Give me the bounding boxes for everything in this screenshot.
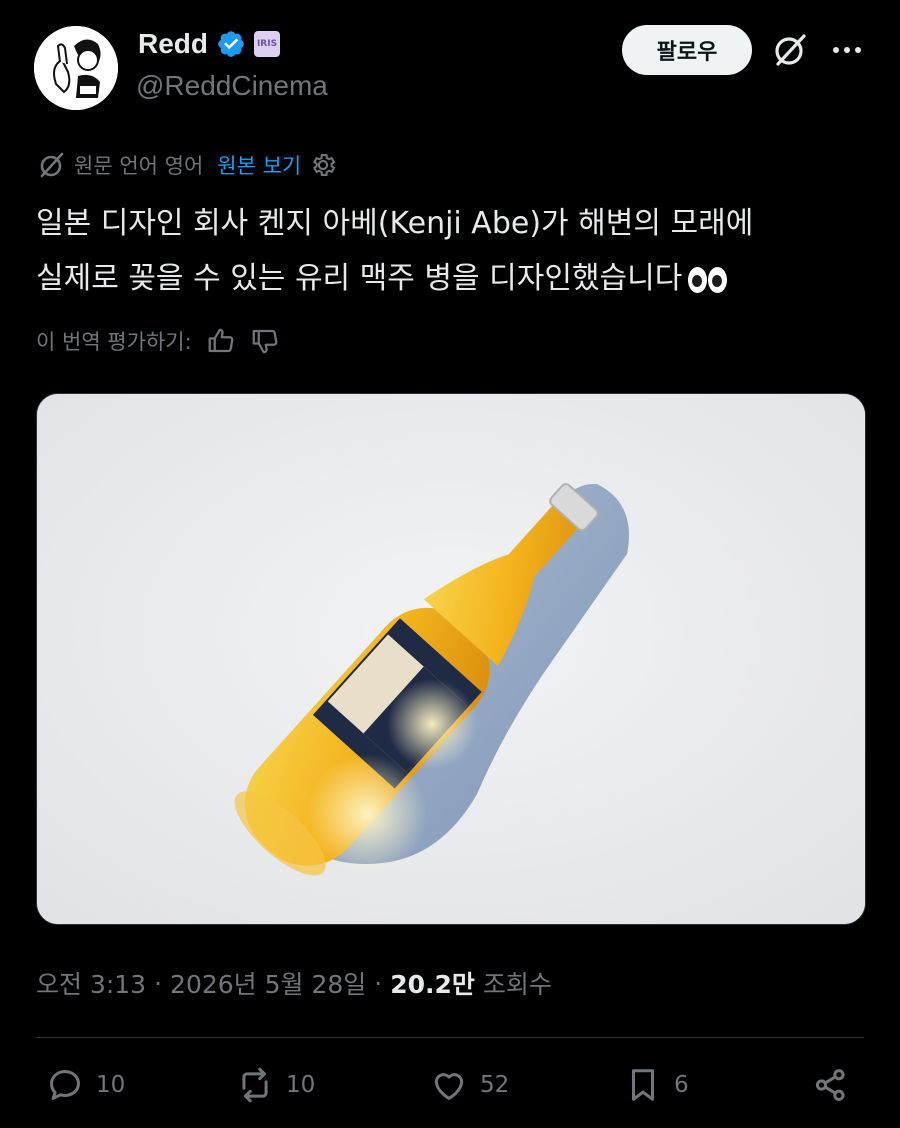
reply-icon — [50, 1070, 80, 1100]
translation-source-note: 원문 언어 영어 — [74, 154, 204, 178]
show-original-link[interactable]: 원본 보기 — [217, 150, 301, 180]
action-bar: 10 10 52 6 — [0, 1060, 900, 1120]
share-icon — [815, 1069, 845, 1101]
bookmark-button[interactable]: 6 — [624, 1066, 689, 1104]
like-button[interactable]: 52 — [430, 1066, 509, 1104]
grok-translate-icon — [40, 152, 64, 178]
eyes-emoji-icon — [688, 266, 728, 293]
rate-translation-label: 이 번역 평가하기: — [36, 330, 192, 354]
heart-icon — [434, 1073, 464, 1100]
tweet-date[interactable]: 2026년 5월 28일 — [170, 965, 366, 1001]
bookmark-count: 6 — [674, 1072, 689, 1098]
tweet-text-line-2-text: 실제로 꽂을 수 있는 유리 맥주 병을 디자인했습니다 — [36, 261, 683, 296]
author-name-row: Redd IRIS — [138, 28, 280, 60]
avatar[interactable] — [34, 26, 118, 110]
meta-separator: · — [374, 968, 383, 998]
tweet-text: 일본 디자인 회사 켄지 아베(Kenji Abe)가 해변의 모래에 실제로 … — [36, 196, 876, 306]
rate-translation-row: 이 번역 평가하기: — [36, 326, 280, 356]
follow-button[interactable]: 팔로우 — [622, 25, 752, 75]
tweet-text-line-2: 실제로 꽂을 수 있는 유리 맥주 병을 디자인했습니다 — [36, 251, 876, 306]
grok-icon[interactable] — [770, 30, 810, 70]
divider — [36, 1037, 864, 1038]
thumbs-down-icon[interactable] — [250, 326, 280, 356]
reply-button[interactable]: 10 — [46, 1066, 125, 1104]
translation-bar: 원문 언어 영어 원본 보기 — [36, 150, 337, 180]
repost-icon — [242, 1067, 268, 1103]
bookmark-icon — [631, 1069, 655, 1101]
reply-count: 10 — [96, 1072, 126, 1098]
thumbs-up-icon[interactable] — [206, 326, 236, 356]
share-button[interactable] — [812, 1066, 850, 1104]
like-count: 52 — [480, 1072, 510, 1098]
tweet-text-line-1: 일본 디자인 회사 켄지 아베(Kenji Abe)가 해변의 모래에 — [36, 206, 754, 241]
views-label: 조회수 — [482, 970, 552, 999]
views-count[interactable]: 20.2만 — [390, 965, 475, 1001]
avatar-illustration — [34, 26, 118, 110]
affiliate-badge[interactable]: IRIS — [254, 31, 280, 57]
tweet-time[interactable]: 오전 3:13 — [36, 965, 146, 1001]
tweet-media-image[interactable] — [36, 393, 866, 925]
verified-badge-icon — [218, 31, 244, 57]
author-name[interactable]: Redd — [138, 28, 208, 60]
beer-bottle-photo — [37, 394, 865, 924]
repost-count: 10 — [286, 1072, 316, 1098]
tweet-meta: 오전 3:13 · 2026년 5월 28일 · 20.2만 조회수 — [36, 965, 552, 1001]
more-options-icon[interactable] — [830, 36, 864, 64]
author-handle[interactable]: @ReddCinema — [136, 70, 328, 102]
meta-separator: · — [154, 968, 163, 998]
repost-button[interactable]: 10 — [236, 1066, 315, 1104]
gear-icon[interactable] — [309, 151, 337, 179]
